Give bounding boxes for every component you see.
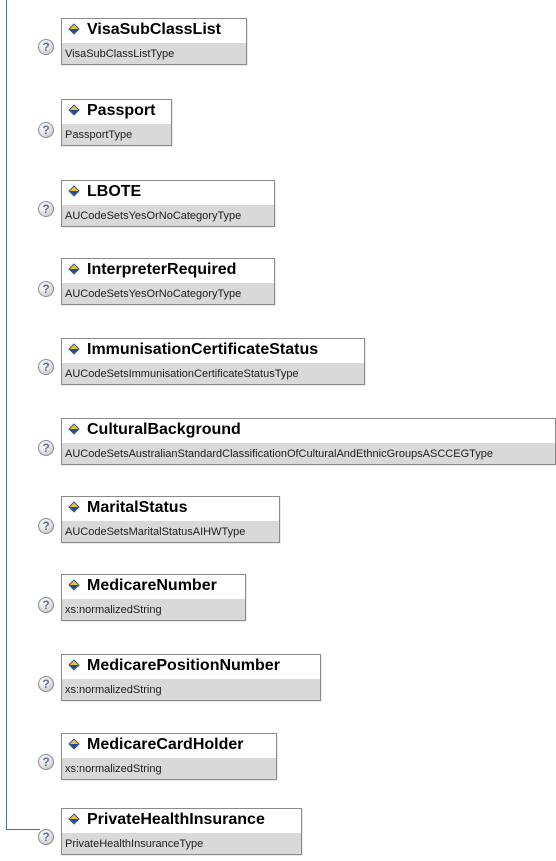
help-question-icon[interactable]: ?	[38, 201, 54, 217]
tree-connector-horizontal	[6, 829, 40, 830]
tree-connector-vertical	[6, 0, 7, 830]
element-type-label: AUCodeSetsYesOrNoCategoryType	[62, 283, 274, 304]
element-header: LBOTE	[62, 181, 274, 207]
element-diamond-icon	[68, 423, 82, 437]
help-question-icon[interactable]: ?	[38, 359, 54, 375]
schema-element-box[interactable]: MedicareCardHolder xs:normalizedString	[61, 733, 277, 780]
element-type-label: AUCodeSetsMaritalStatusAIHWType	[62, 521, 279, 542]
help-question-icon[interactable]: ?	[38, 440, 54, 456]
element-header: MedicareNumber	[62, 575, 245, 601]
element-diamond-icon	[68, 738, 82, 752]
element-header: ImmunisationCertificateStatus	[62, 339, 364, 365]
help-question-icon[interactable]: ?	[38, 597, 54, 613]
schema-element-box[interactable]: VisaSubClassList VisaSubClassListType	[61, 18, 247, 65]
element-type-label: AUCodeSetsImmunisationCertificateStatusT…	[62, 363, 364, 384]
element-diamond-icon	[68, 263, 82, 277]
element-type-label: PrivateHealthInsuranceType	[62, 833, 301, 854]
element-name: MedicareNumber	[87, 577, 217, 594]
element-name: LBOTE	[87, 183, 142, 200]
element-diamond-icon	[68, 185, 82, 199]
element-name: Passport	[87, 102, 156, 119]
element-name: ImmunisationCertificateStatus	[87, 341, 319, 358]
element-diamond-icon	[68, 104, 82, 118]
element-diamond-icon	[68, 659, 82, 673]
help-question-icon[interactable]: ?	[38, 829, 54, 845]
element-type-label: xs:normalizedString	[62, 599, 245, 620]
element-header: PrivateHealthInsurance	[62, 809, 301, 835]
element-name: MedicareCardHolder	[87, 736, 244, 753]
schema-element-box[interactable]: MedicareNumber xs:normalizedString	[61, 574, 246, 621]
help-question-icon[interactable]: ?	[38, 39, 54, 55]
element-name: PrivateHealthInsurance	[87, 811, 265, 828]
element-header: MedicarePositionNumber	[62, 655, 320, 681]
schema-element-box[interactable]: MedicarePositionNumber xs:normalizedStri…	[61, 654, 321, 701]
element-diamond-icon	[68, 23, 82, 37]
element-name: VisaSubClassList	[87, 21, 221, 38]
help-question-icon[interactable]: ?	[38, 122, 54, 138]
element-type-label: xs:normalizedString	[62, 758, 276, 779]
schema-element-box[interactable]: Passport PassportType	[61, 99, 172, 146]
element-header: InterpreterRequired	[62, 259, 274, 285]
element-name: CulturalBackground	[87, 421, 241, 438]
element-diamond-icon	[68, 343, 82, 357]
element-header: VisaSubClassList	[62, 19, 246, 45]
schema-element-box[interactable]: InterpreterRequired AUCodeSetsYesOrNoCat…	[61, 258, 275, 305]
element-diamond-icon	[68, 501, 82, 515]
element-name: MaritalStatus	[87, 499, 188, 516]
help-question-icon[interactable]: ?	[38, 754, 54, 770]
schema-element-box[interactable]: PrivateHealthInsurance PrivateHealthInsu…	[61, 808, 302, 855]
element-type-label: xs:normalizedString	[62, 679, 320, 700]
help-question-icon[interactable]: ?	[38, 281, 54, 297]
help-question-icon[interactable]: ?	[38, 676, 54, 692]
element-type-label: AUCodeSetsYesOrNoCategoryType	[62, 205, 274, 226]
schema-element-box[interactable]: CulturalBackground AUCodeSetsAustralianS…	[61, 418, 556, 465]
element-diamond-icon	[68, 813, 82, 827]
schema-element-box[interactable]: ImmunisationCertificateStatus AUCodeSets…	[61, 338, 365, 385]
element-name: InterpreterRequired	[87, 261, 237, 278]
element-type-label: VisaSubClassListType	[62, 43, 246, 64]
element-name: MedicarePositionNumber	[87, 657, 280, 674]
help-question-icon[interactable]: ?	[38, 518, 54, 534]
element-header: CulturalBackground	[62, 419, 555, 445]
element-header: MedicareCardHolder	[62, 734, 276, 760]
schema-element-box[interactable]: LBOTE AUCodeSetsYesOrNoCategoryType	[61, 180, 275, 227]
element-diamond-icon	[68, 579, 82, 593]
element-type-label: PassportType	[62, 124, 171, 145]
schema-element-box[interactable]: MaritalStatus AUCodeSetsMaritalStatusAIH…	[61, 496, 280, 543]
element-header: MaritalStatus	[62, 497, 279, 523]
element-header: Passport	[62, 100, 171, 126]
element-type-label: AUCodeSetsAustralianStandardClassificati…	[62, 443, 555, 464]
